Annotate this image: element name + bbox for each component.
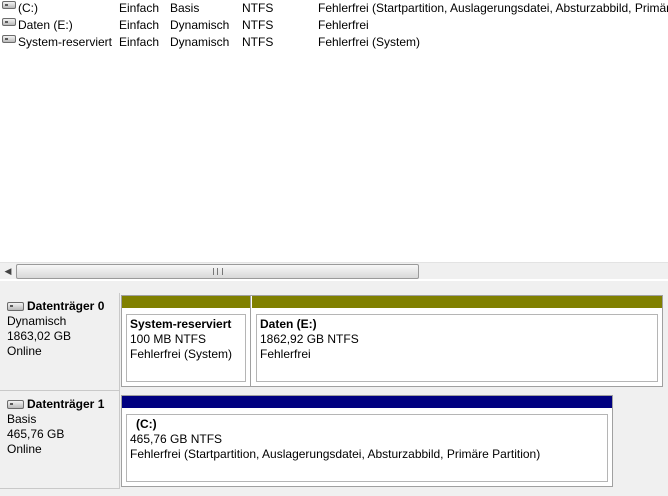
volume-status: Fehlerfrei (Startpartition, Auslagerungs… [318,1,668,15]
disk-0-size: 1863,02 GB [7,329,72,343]
partition-name: Daten (E:) [260,317,317,331]
partition-name: System-reserviert [130,317,232,331]
partition-status: Fehlerfrei (Startpartition, Auslagerungs… [130,447,541,461]
volume-layout: Einfach [119,18,160,32]
volume-status: Fehlerfrei (System) [318,35,421,49]
volume-type: Dynamisch [170,18,230,32]
horizontal-scrollbar[interactable]: ◀ [0,262,668,279]
volume-list[interactable]: (C:) Einfach Basis NTFS Fehlerfrei (Star… [0,0,668,262]
disk-1-title-row: Datenträger 1 [7,397,119,412]
disk-area: Datenträger 0 Dynamisch 1863,02 GB Onlin… [0,281,668,496]
partition-box: Daten (E:) 1862,92 GB NTFS Fehlerfrei [256,314,658,382]
volume-row-e[interactable]: Daten (E:) Einfach Dynamisch NTFS Fehler… [0,17,668,34]
volume-row-c[interactable]: (C:) Einfach Basis NTFS Fehlerfrei (Star… [0,0,668,17]
partition-status: Fehlerfrei (System) [130,347,233,361]
disk-0-type: Dynamisch [7,314,67,328]
partition-size: 100 MB NTFS [130,332,207,346]
volume-type: Dynamisch [170,35,230,49]
disk-0-state: Online [7,344,42,358]
volume-name: System-reserviert [18,35,113,49]
partition-status: Fehlerfrei [260,347,311,361]
partition-size: 1862,92 GB NTFS [260,332,359,346]
partition-bar [252,296,662,308]
partition-box: (C:) 465,76 GB NTFS Fehlerfrei (Startpar… [126,414,608,482]
volume-row-system[interactable]: System-reserviert Einfach Dynamisch NTFS… [0,34,668,51]
disk-icon [7,302,24,311]
disk-0-title-row: Datenträger 0 [7,299,119,314]
partition-system-reserved[interactable]: System-reserviert 100 MB NTFS Fehlerfrei… [122,296,251,386]
volume-layout: Einfach [119,1,160,15]
partition-bar [122,296,250,308]
disk-1-type: Basis [7,412,37,426]
disk-1-size: 465,76 GB [7,427,65,441]
volume-status: Fehlerfrei [318,18,369,32]
disk-icon [7,400,24,409]
drive-icon [2,35,16,43]
volume-type: Basis [170,1,200,15]
volume-filesystem: NTFS [242,1,274,15]
partition-box: System-reserviert 100 MB NTFS Fehlerfrei… [126,314,246,382]
partition-c[interactable]: (C:) 465,76 GB NTFS Fehlerfrei (Startpar… [122,396,612,486]
partition-daten-e[interactable]: Daten (E:) 1862,92 GB NTFS Fehlerfrei [252,296,662,386]
disk-1-partitions: (C:) 465,76 GB NTFS Fehlerfrei (Startpar… [121,395,613,487]
volume-filesystem: NTFS [242,35,274,49]
volume-name: (C:) [18,1,38,15]
partition-size: 465,76 GB NTFS [130,432,223,446]
scrollbar-thumb[interactable] [16,264,419,279]
volume-layout: Einfach [119,35,160,49]
drive-icon [2,1,16,9]
disk-1-title: Datenträger 1 [27,397,105,411]
disk-0-title: Datenträger 0 [27,299,105,313]
disk-1-header[interactable]: Datenträger 1 Basis 465,76 GB Online [0,391,120,489]
disk-1-state: Online [7,442,42,456]
volume-filesystem: NTFS [242,18,274,32]
partition-name: (C:) [136,417,157,431]
scrollbar-grip-icon [213,268,223,275]
drive-icon [2,18,16,26]
partition-bar [122,396,612,408]
disk-0-header[interactable]: Datenträger 0 Dynamisch 1863,02 GB Onlin… [0,293,120,391]
volume-name: Daten (E:) [18,18,73,32]
disk-0-partitions: System-reserviert 100 MB NTFS Fehlerfrei… [121,295,663,387]
scroll-left-arrow-icon[interactable]: ◀ [0,263,16,279]
